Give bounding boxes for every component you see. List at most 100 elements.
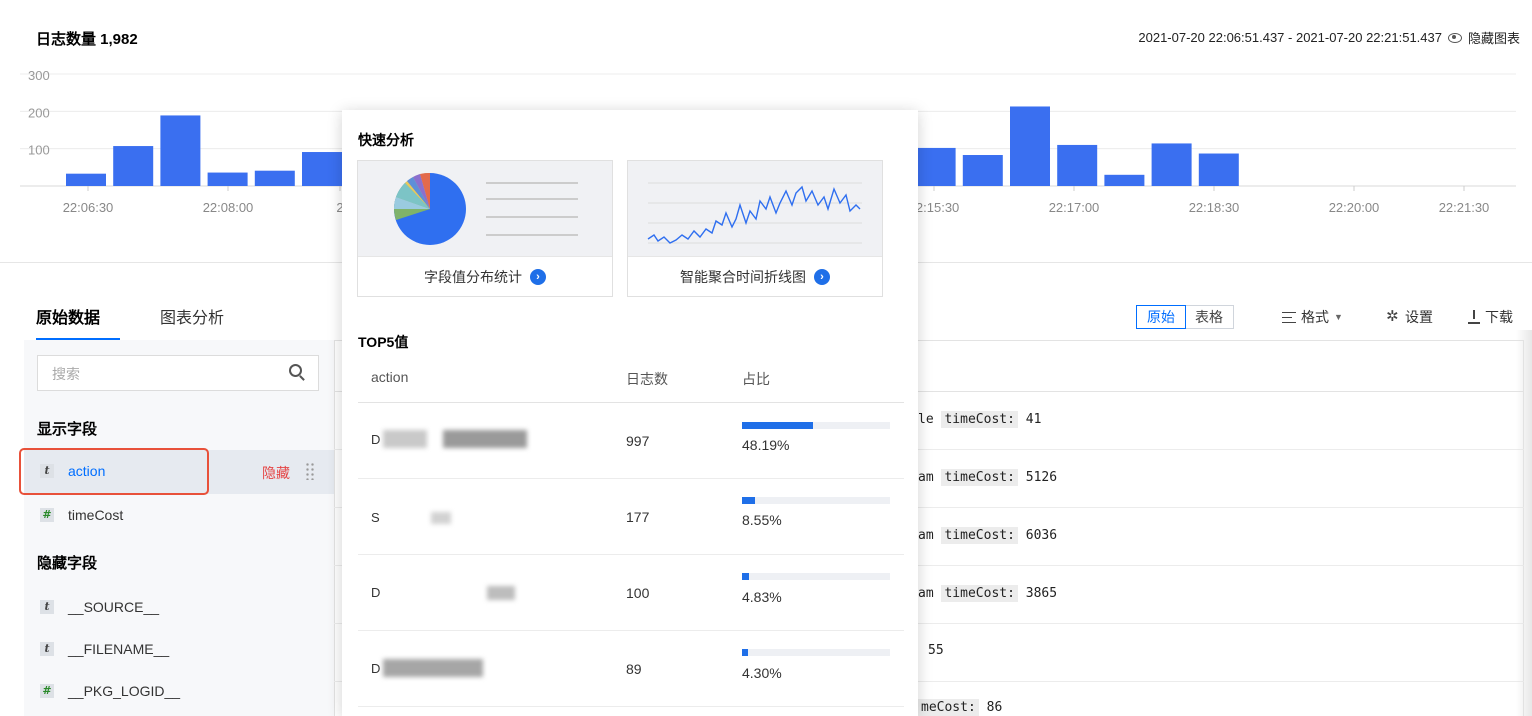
view-mode-toggle: 原始 表格 xyxy=(1136,305,1234,329)
card-label-row: 智能聚合时间折线图 › xyxy=(628,256,882,297)
histogram-bar[interactable] xyxy=(1010,106,1050,186)
top-percent: 48.19% xyxy=(742,437,790,453)
histogram-bar[interactable] xyxy=(1057,144,1098,186)
tab-chart-analysis[interactable]: 图表分析 xyxy=(160,304,224,328)
text-type-icon: t xyxy=(40,600,54,614)
percent-bar xyxy=(742,649,890,656)
histogram-bar[interactable] xyxy=(302,152,342,186)
histogram-bar[interactable] xyxy=(207,172,248,186)
hidden-fields-title: 隐藏字段 xyxy=(37,555,98,572)
top-count: 89 xyxy=(626,661,642,677)
log-row[interactable]: am timeCost: 5126 xyxy=(918,469,1057,486)
row-divider xyxy=(358,478,904,479)
percent-bar xyxy=(742,497,890,504)
settings-button[interactable]: 设置 xyxy=(1386,307,1433,327)
download-icon xyxy=(1468,310,1480,324)
line-chart-thumbnail xyxy=(628,161,882,256)
histogram-bar[interactable] xyxy=(66,173,106,186)
histogram-bar[interactable] xyxy=(1104,174,1145,186)
histogram-bar[interactable] xyxy=(1151,143,1192,186)
log-fragment: am xyxy=(918,470,934,485)
log-row[interactable]: am timeCost: 3865 xyxy=(918,585,1057,602)
card-label: 智能聚合时间折线图 xyxy=(680,269,806,285)
scroll-shadow xyxy=(1516,330,1532,716)
download-button[interactable]: 下载 xyxy=(1468,307,1513,327)
card-label-row: 字段值分布统计 › xyxy=(358,256,612,297)
view-raw-button[interactable]: 原始 xyxy=(1136,305,1186,329)
settings-label: 设置 xyxy=(1405,309,1433,325)
hide-field-button[interactable]: 隐藏 xyxy=(262,463,290,483)
percent-bar-fill xyxy=(742,573,750,580)
top5-title: TOP5值 xyxy=(358,334,409,350)
y-tick-label: 100 xyxy=(28,143,50,158)
log-value: 41 xyxy=(1025,412,1042,427)
hide-chart-link[interactable]: 隐藏图表 xyxy=(1468,28,1520,47)
drag-handle-icon[interactable] xyxy=(305,462,315,480)
log-row[interactable]: le timeCost: 41 xyxy=(918,411,1042,428)
top5-header-divider xyxy=(358,402,904,403)
x-tick-label: 22:18:30 xyxy=(1189,200,1240,215)
log-key: timeCost: xyxy=(941,411,1018,428)
value-first-char: S xyxy=(371,510,380,525)
top-value-cell: D xyxy=(371,430,527,448)
log-key: meCost: xyxy=(918,699,979,716)
x-tick-label: 22:20:00 xyxy=(1329,200,1380,215)
top-count: 177 xyxy=(626,509,650,525)
log-fragment: am xyxy=(918,528,934,543)
field-name: __SOURCE__ xyxy=(68,599,160,615)
x-tick-label: 22:06:30 xyxy=(63,200,114,215)
histogram-bar[interactable] xyxy=(915,147,956,186)
log-key: timeCost: xyxy=(941,585,1018,602)
top-value-cell: D xyxy=(371,659,483,677)
x-tick-label: 22:17:00 xyxy=(1049,200,1100,215)
value-first-char: D xyxy=(371,585,381,600)
field-item-source[interactable]: t __SOURCE__ xyxy=(24,586,334,630)
value-first-char: D xyxy=(371,661,381,676)
format-label: 格式 xyxy=(1301,309,1329,325)
text-type-icon: t xyxy=(40,642,54,656)
histogram-bar[interactable] xyxy=(160,115,201,186)
view-table-button[interactable]: 表格 xyxy=(1185,306,1233,328)
selection-highlight xyxy=(19,448,209,495)
number-type-icon: # xyxy=(40,508,54,522)
download-label: 下载 xyxy=(1485,309,1513,325)
log-row[interactable]: 55 xyxy=(928,643,944,658)
field-name: timeCost xyxy=(68,507,124,523)
log-key: timeCost: xyxy=(941,469,1018,486)
format-dropdown[interactable]: 格式 ▼ xyxy=(1282,307,1343,327)
log-row[interactable]: meCost: 86 xyxy=(918,699,1003,716)
field-item-pkg-logid[interactable]: # __PKG_LOGID__ xyxy=(24,670,334,714)
x-tick-label: 22:08:00 xyxy=(203,200,254,215)
time-range-bar: 2021-07-20 22:06:51.437 - 2021-07-20 22:… xyxy=(1138,28,1520,47)
top-percent: 4.83% xyxy=(742,589,782,605)
search-icon[interactable] xyxy=(289,364,302,377)
histogram-bar[interactable] xyxy=(1198,153,1239,186)
percent-bar xyxy=(742,573,890,580)
log-fragment: le xyxy=(918,412,934,427)
field-item-timecost[interactable]: # timeCost xyxy=(24,494,334,538)
histogram-bar[interactable] xyxy=(113,146,154,186)
y-tick-label: 200 xyxy=(28,105,50,120)
y-tick-label: 300 xyxy=(28,68,50,83)
pie-chart-thumbnail xyxy=(358,161,612,256)
log-row[interactable]: am timeCost: 6036 xyxy=(918,527,1057,544)
log-count-title: 日志数量 1,982 xyxy=(36,31,138,48)
number-type-icon: # xyxy=(40,684,54,698)
field-item-filename[interactable]: t __FILENAME__ xyxy=(24,628,334,672)
column-header-field: action xyxy=(371,369,409,385)
percent-bar-fill xyxy=(742,422,814,429)
histogram-bar[interactable] xyxy=(254,170,295,186)
eye-icon[interactable] xyxy=(1447,32,1462,43)
top-count: 100 xyxy=(626,585,650,601)
field-distribution-card[interactable]: 字段值分布统计 › xyxy=(357,160,613,297)
x-tick-label: 22:21:30 xyxy=(1439,200,1490,215)
column-header-percent: 占比 xyxy=(742,371,770,387)
top-percent: 4.30% xyxy=(742,665,782,681)
caret-down-icon: ▼ xyxy=(1334,312,1343,322)
tab-raw-data[interactable]: 原始数据 xyxy=(36,304,100,328)
card-label: 字段值分布统计 xyxy=(424,269,522,285)
log-value: 86 xyxy=(986,700,1003,715)
time-line-card[interactable]: 智能聚合时间折线图 › xyxy=(627,160,883,297)
histogram-bar[interactable] xyxy=(962,155,1003,186)
field-name: __FILENAME__ xyxy=(68,641,170,657)
